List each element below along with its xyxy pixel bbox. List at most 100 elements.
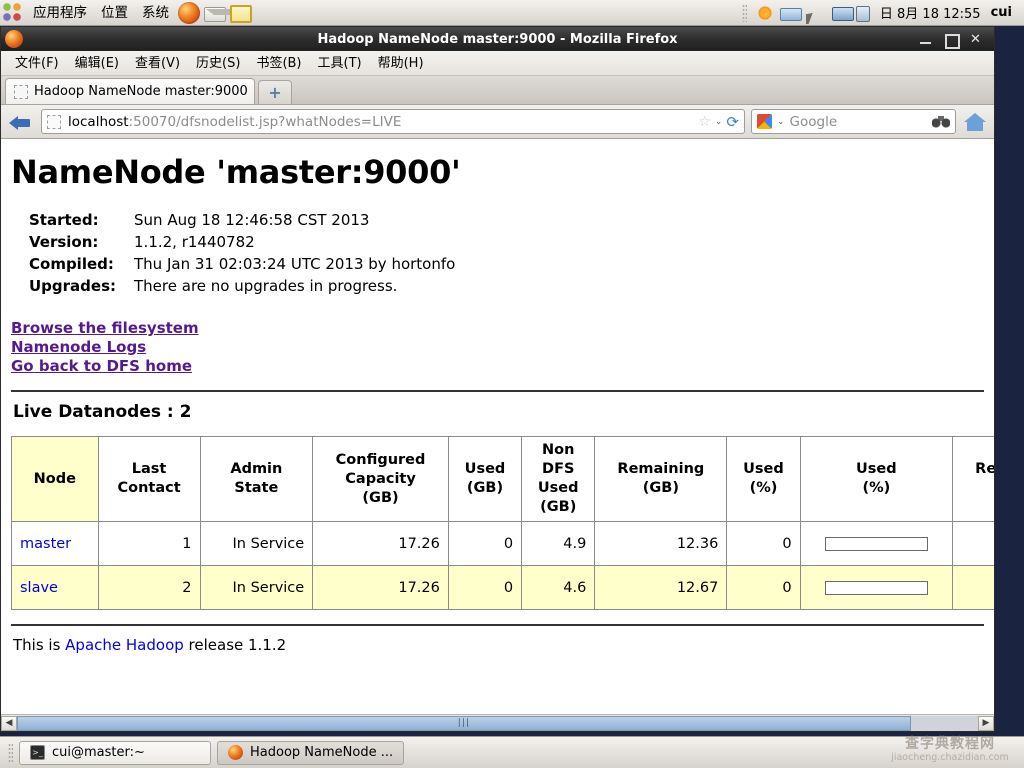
col-used-gb[interactable]: Used (GB) xyxy=(447,436,523,522)
info-row: Upgrades: There are no upgrades in progr… xyxy=(29,275,455,297)
taskbar-item-terminal[interactable]: >_ cui@master:~ xyxy=(19,740,211,765)
home-button[interactable] xyxy=(962,110,988,134)
back-button[interactable] xyxy=(7,109,35,135)
col-non-dfs-used[interactable]: Non DFS Used (GB) xyxy=(521,436,596,522)
cell-admin-state: In Service xyxy=(199,565,314,610)
col-line: Remaining xyxy=(617,461,705,477)
cell-configured-capacity: 17.26 xyxy=(312,521,449,566)
info-value-compiled: Thu Jan 31 02:03:24 UTC 2013 by hortonfo xyxy=(134,255,456,273)
text-editor-launcher-icon[interactable] xyxy=(230,4,252,23)
new-tab-button[interactable]: + xyxy=(258,80,292,104)
cell-last-contact: 2 xyxy=(97,565,201,610)
col-used-pct-bar[interactable]: Used (%) xyxy=(799,436,954,522)
bookmark-star-icon[interactable]: ☆ xyxy=(698,114,711,130)
link-browse-filesystem[interactable]: Browse the filesystem xyxy=(11,319,199,338)
cell-used-pct: 0 xyxy=(726,521,801,566)
url-bar[interactable]: localhost:50070/dfsnodelist.jsp?whatNode… xyxy=(41,109,745,134)
minimize-button[interactable] xyxy=(919,33,932,46)
col-line: DFS xyxy=(542,461,575,477)
menu-edit[interactable]: 编辑(E) xyxy=(67,52,127,75)
menu-places[interactable]: 位置 xyxy=(94,1,135,25)
browser-menubar: 文件(F) 编辑(E) 查看(V) 历史(S) 书签(B) 工具(T) 帮助(H… xyxy=(1,51,994,76)
page-content: NameNode 'master:9000' Started: Sun Aug … xyxy=(1,139,994,731)
display-icon[interactable] xyxy=(831,7,854,21)
link-go-back-dfs-home[interactable]: Go back to DFS home xyxy=(11,357,192,376)
menu-applications[interactable]: 应用程序 xyxy=(26,1,94,25)
live-datanodes-heading: Live Datanodes : 2 xyxy=(13,402,192,422)
datanode-link-slave[interactable]: slave xyxy=(20,580,58,596)
tab-hadoop-namenode[interactable]: Hadoop NameNode master:9000 xyxy=(5,78,255,104)
col-line: Used xyxy=(856,461,897,477)
menu-bookmarks[interactable]: 书签(B) xyxy=(248,52,309,75)
scrollbar-track[interactable]: ||| xyxy=(17,715,978,731)
col-line: (%) xyxy=(749,480,778,496)
col-line: (%) xyxy=(862,480,891,496)
menu-system[interactable]: 系统 xyxy=(135,1,176,25)
col-line: Used xyxy=(464,461,506,477)
menu-history[interactable]: 历史(S) xyxy=(188,52,248,75)
mail-launcher-icon[interactable] xyxy=(204,6,239,22)
menu-file[interactable]: 文件(F) xyxy=(7,52,67,75)
col-line: Remaining xyxy=(975,461,994,477)
menu-view[interactable]: 查看(V) xyxy=(127,52,188,75)
link-namenode-logs[interactable]: Namenode Logs xyxy=(11,338,146,357)
google-icon[interactable] xyxy=(757,114,772,129)
gnome-top-panel: 应用程序 位置 系统 日 8月 18 12:55 cui xyxy=(0,0,1024,26)
battery-icon[interactable] xyxy=(855,6,870,22)
footer-suffix: release 1.1.2 xyxy=(183,636,287,654)
maximize-button[interactable] xyxy=(944,33,960,49)
col-line: (GB) xyxy=(642,480,679,496)
scroll-right-arrow-icon[interactable]: ▶ xyxy=(978,715,994,731)
firefox-icon xyxy=(5,30,23,48)
search-input[interactable]: Google xyxy=(790,114,838,130)
reload-icon[interactable]: ⟳ xyxy=(726,113,739,131)
cell-node: master xyxy=(11,521,99,566)
cell-remaining-gb: 12.36 xyxy=(594,521,728,566)
col-line: Contact xyxy=(117,480,181,496)
col-line: State xyxy=(234,480,279,496)
scrollbar-thumb[interactable]: ||| xyxy=(17,715,911,731)
horizontal-scrollbar[interactable]: ◀ ||| ▶ xyxy=(1,714,994,731)
close-button[interactable]: ✕ xyxy=(969,33,982,46)
cell-remaining-pct: 73.37 xyxy=(952,565,994,610)
col-node[interactable]: Node xyxy=(11,436,99,522)
sun-icon[interactable] xyxy=(753,1,776,24)
cell-last-contact: 1 xyxy=(97,521,201,566)
page-favicon-icon xyxy=(14,84,28,99)
cell-admin-state: In Service xyxy=(199,521,314,566)
menu-tools[interactable]: 工具(T) xyxy=(310,52,370,75)
col-configured-capacity[interactable]: Configured Capacity (GB) xyxy=(312,436,449,522)
chevron-down-icon[interactable]: ⌄ xyxy=(715,117,723,127)
firefox-launcher-icon[interactable] xyxy=(178,1,200,24)
clock[interactable]: 日 8月 18 12:55 xyxy=(870,3,991,22)
col-line: Non xyxy=(542,442,575,458)
col-node-line: Node xyxy=(33,470,76,487)
col-line: (%) xyxy=(961,479,994,498)
used-progress-bar xyxy=(824,536,928,551)
link-apache-hadoop[interactable]: Apache Hadoop xyxy=(65,636,184,654)
navigation-toolbar: localhost:50070/dfsnodelist.jsp?whatNode… xyxy=(1,105,994,139)
search-engine-chevron-icon[interactable]: ⌄ xyxy=(777,117,785,127)
menu-help[interactable]: 帮助(H) xyxy=(370,52,432,75)
col-line: Used xyxy=(537,480,579,496)
url-host: localhost xyxy=(68,113,129,130)
url-path: :50070/dfsnodelist.jsp?whatNodes=LIVE xyxy=(128,113,402,130)
network-icon[interactable] xyxy=(779,8,802,21)
col-last-contact[interactable]: Last Contact xyxy=(97,436,201,522)
cell-remaining-gb: 12.67 xyxy=(594,565,728,610)
taskbar-item-firefox[interactable]: Hadoop NameNode ... xyxy=(217,740,405,765)
volume-icon[interactable] xyxy=(805,1,828,24)
user-name[interactable]: cui xyxy=(991,5,1016,20)
datanode-link-master[interactable]: master xyxy=(20,536,71,552)
col-remaining-pct[interactable]: Remaining (%) xyxy=(952,436,994,522)
search-bar[interactable]: ⌄ Google xyxy=(751,109,956,134)
window-titlebar[interactable]: Hadoop NameNode master:9000 - Mozilla Fi… xyxy=(1,27,994,51)
col-remaining-gb[interactable]: Remaining (GB) xyxy=(594,436,728,522)
col-used-pct[interactable]: Used (%) xyxy=(726,436,801,522)
firefox-icon xyxy=(228,745,243,760)
url-text: localhost:50070/dfsnodelist.jsp?whatNode… xyxy=(68,114,691,130)
binoculars-icon[interactable] xyxy=(932,115,950,128)
scroll-left-arrow-icon[interactable]: ◀ xyxy=(1,715,17,731)
desktop-screen: 应用程序 位置 系统 日 8月 18 12:55 cui Hadoop Name… xyxy=(0,0,1024,768)
col-admin-state[interactable]: Admin State xyxy=(199,436,314,522)
